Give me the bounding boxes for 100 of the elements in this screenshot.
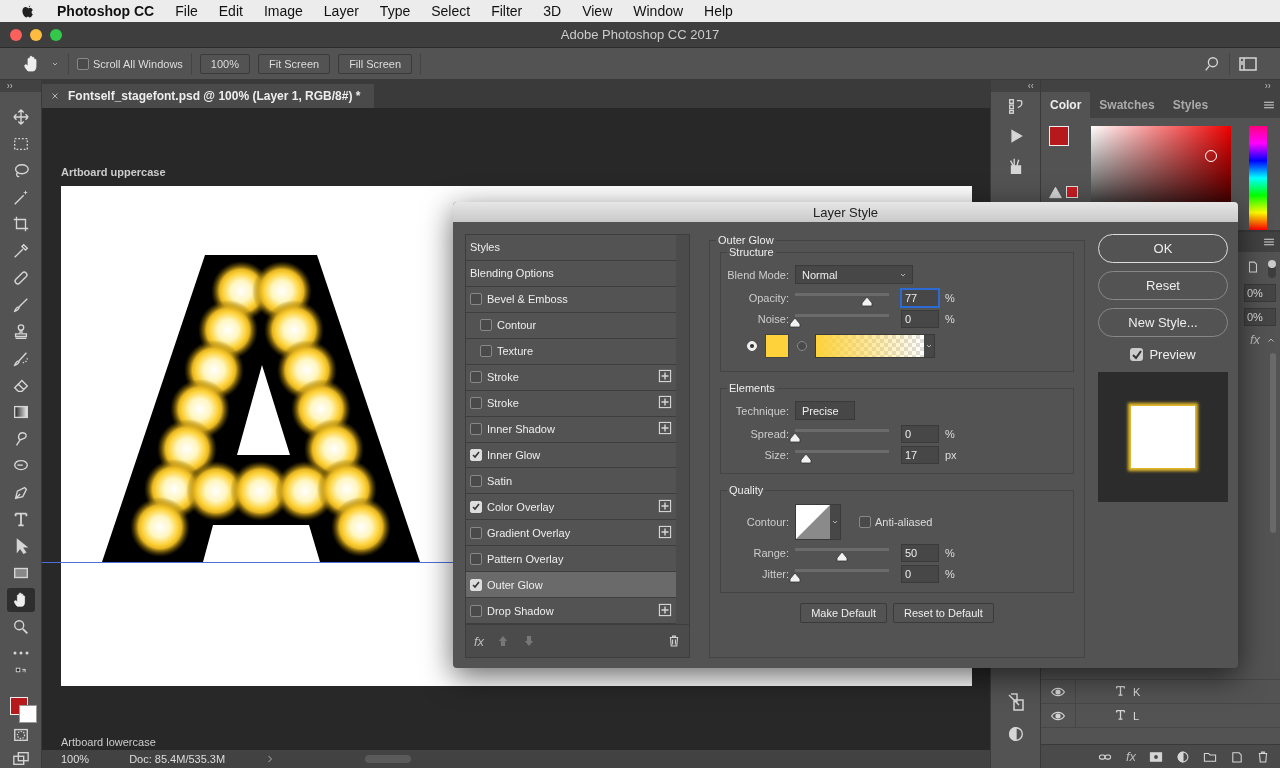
style-list-item[interactable]: Inner Shadow <box>466 416 676 443</box>
style-list-item[interactable]: Inner Glow <box>466 442 676 469</box>
menu-item[interactable]: Edit <box>218 3 243 19</box>
slider-thumb[interactable] <box>861 296 874 307</box>
trash-icon[interactable] <box>1256 749 1270 764</box>
checkbox[interactable] <box>77 57 89 70</box>
effect-checkbox[interactable] <box>470 371 482 384</box>
effect-checkbox[interactable] <box>470 552 482 565</box>
color-swatch[interactable] <box>765 334 789 358</box>
scrollbar[interactable] <box>1270 353 1276 533</box>
effect-checkbox[interactable] <box>480 319 492 332</box>
plus-icon[interactable] <box>658 498 672 513</box>
effect-checkbox[interactable] <box>480 345 492 358</box>
menu-item[interactable]: 3D <box>543 3 562 19</box>
effect-checkbox[interactable] <box>470 423 482 436</box>
value-field[interactable]: 0 <box>901 424 939 443</box>
plus-icon[interactable] <box>658 602 672 617</box>
effect-checkbox[interactable] <box>470 604 482 617</box>
screen-mode-icon[interactable] <box>11 750 30 768</box>
default-button[interactable]: Make Default <box>800 603 887 623</box>
plus-icon[interactable] <box>658 524 672 539</box>
style-list-item[interactable]: Stroke <box>466 364 676 391</box>
mask-icon[interactable] <box>1148 749 1164 764</box>
style-list-item[interactable]: Outer Glow <box>466 572 676 599</box>
slider-thumb[interactable] <box>789 432 801 443</box>
menu-item[interactable]: Window <box>633 3 684 19</box>
history-icon[interactable] <box>1006 97 1025 115</box>
value-field[interactable]: 50 <box>901 543 939 562</box>
panel-tab[interactable]: Color <box>1041 92 1091 118</box>
zoom-level[interactable]: 100% <box>61 753 90 765</box>
style-list-item[interactable]: Styles <box>466 235 676 261</box>
effect-checkbox[interactable] <box>470 526 482 539</box>
menu-item[interactable]: Layer <box>323 3 359 19</box>
slider-thumb[interactable] <box>789 572 801 583</box>
plus-icon[interactable] <box>658 395 672 410</box>
menu-item[interactable]: Image <box>263 3 303 19</box>
new-layer-icon[interactable] <box>1230 749 1244 764</box>
blend-mode-dropdown[interactable]: Normal <box>795 265 913 284</box>
style-list-item[interactable]: Color Overlay <box>466 494 676 521</box>
style-list-item[interactable]: Bevel & Emboss <box>466 286 676 313</box>
menu-item[interactable]: Type <box>379 3 411 19</box>
gamut-color-swatch[interactable] <box>1066 186 1078 198</box>
default-button[interactable]: Reset to Default <box>892 603 994 623</box>
style-list-item[interactable]: Contour <box>466 312 676 339</box>
preview-checkbox[interactable] <box>1130 348 1144 361</box>
close-button[interactable] <box>10 28 22 41</box>
slider-thumb[interactable] <box>789 317 801 328</box>
tool-button[interactable] <box>6 587 35 612</box>
foreground-color-swatch[interactable] <box>1049 126 1069 146</box>
value-field[interactable]: 17 <box>901 445 939 464</box>
menu-item[interactable]: View <box>582 3 613 19</box>
contour-picker[interactable] <box>795 504 841 540</box>
technique-dropdown[interactable]: Precise <box>795 401 855 420</box>
plus-icon[interactable] <box>658 421 672 436</box>
menu-item[interactable]: Filter <box>491 3 523 19</box>
gradient-picker[interactable] <box>815 334 935 358</box>
close-icon[interactable] <box>50 91 60 101</box>
adjustment-icon[interactable] <box>1176 749 1190 764</box>
value-field[interactable]: 77 <box>901 288 939 307</box>
minimize-button[interactable] <box>30 28 42 41</box>
radio-button[interactable] <box>797 341 807 351</box>
app-menu[interactable]: Photoshop CC <box>57 3 155 19</box>
style-list-item[interactable]: Texture <box>466 338 676 365</box>
percent-field[interactable]: 0% <box>1244 284 1276 302</box>
scrollbar[interactable] <box>365 755 412 763</box>
zoom-button[interactable] <box>50 28 62 41</box>
layer-row[interactable]: K <box>1041 679 1280 703</box>
effect-checkbox[interactable] <box>470 397 482 410</box>
zoom-preset-button[interactable]: Fit Screen <box>258 53 331 74</box>
plus-icon[interactable] <box>658 369 672 384</box>
apple-icon[interactable] <box>20 3 36 19</box>
add-style-button[interactable]: fx <box>1125 749 1136 764</box>
add-effect-button[interactable]: fx <box>474 633 485 649</box>
dialog-button[interactable]: Reset <box>1098 271 1228 300</box>
checkbox[interactable] <box>859 516 871 528</box>
percent-field[interactable]: 0% <box>1244 308 1276 326</box>
dialog-button[interactable]: New Style... <box>1098 308 1228 337</box>
zoom-preset-button[interactable]: Fill Screen <box>338 53 413 74</box>
new-document-icon[interactable] <box>1246 260 1260 274</box>
trash-icon[interactable] <box>667 634 681 649</box>
effect-checkbox[interactable] <box>470 293 482 306</box>
collapse-icon[interactable] <box>1026 81 1036 91</box>
document-tab[interactable]: Fontself_stagefont.psd @ 100% (Layer 1, RGB/8#) * <box>42 84 375 108</box>
style-list-item[interactable]: Gradient Overlay <box>466 520 676 547</box>
style-list-item[interactable]: Drop Shadow <box>466 598 676 625</box>
style-list-item[interactable]: Stroke <box>466 390 676 417</box>
slider-thumb[interactable] <box>800 453 813 464</box>
layer-row[interactable]: L <box>1041 703 1280 727</box>
search-icon[interactable] <box>1203 54 1221 73</box>
value-field[interactable]: 0 <box>901 564 939 583</box>
effect-checkbox[interactable] <box>470 474 482 487</box>
zoom-preset-button[interactable]: 100% <box>199 53 250 74</box>
style-list-item[interactable]: Pattern Overlay <box>466 546 676 573</box>
menu-item[interactable]: Select <box>431 3 471 19</box>
toggle-switch[interactable] <box>1268 260 1276 278</box>
style-list-item[interactable]: Satin <box>466 468 676 495</box>
style-list-item[interactable]: Blending Options <box>466 260 676 287</box>
dialog-button[interactable]: OK <box>1098 234 1228 263</box>
menu-item[interactable]: File <box>175 3 198 19</box>
value-field[interactable]: 0 <box>901 309 939 328</box>
